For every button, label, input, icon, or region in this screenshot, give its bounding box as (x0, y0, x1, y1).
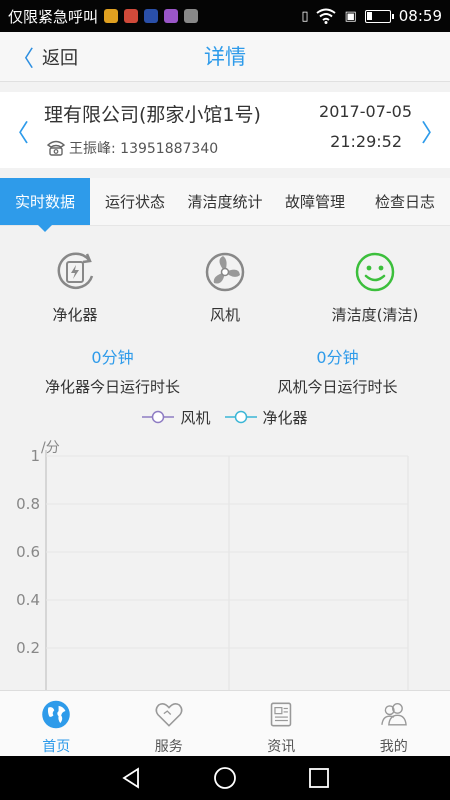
app-notification-icon (184, 9, 199, 23)
device-label: 净化器 (52, 306, 98, 324)
nav-label: 我的 (379, 739, 408, 755)
nav-news[interactable]: 资讯 (225, 691, 338, 756)
users-icon (381, 703, 407, 726)
status-bar: 仅限紧急呼叫 ▯ ▣ 08:59 (0, 0, 450, 32)
nav-label: 服务 (154, 739, 183, 755)
tab-fault-management[interactable]: 故障管理 (270, 178, 360, 225)
status-time: 08:59 (398, 7, 442, 25)
device-label: 风机 (209, 306, 240, 324)
chart-ticks: 1 0.8 0.6 0.4 0.2 (16, 447, 40, 657)
chart-y-tick-label: 0.2 (16, 639, 40, 657)
contact-text: 王振峰: 13951887340 (69, 141, 219, 157)
app-notification-icon (124, 9, 139, 23)
record-date: 2017-07-05 (319, 102, 412, 121)
smiley-icon (355, 252, 395, 292)
carrier-text: 仅限紧急呼叫 (8, 7, 99, 26)
nav-home[interactable]: 首页 (0, 691, 113, 756)
wifi-icon (316, 8, 337, 24)
purifier-runtime: 0分钟 净化器今日运行时长 (0, 344, 225, 397)
phone-icon (46, 140, 66, 156)
runtime-chart: 1 0.8 0.6 0.4 0.2 /分 (0, 434, 450, 690)
legend-item-fan[interactable]: 风机 (142, 407, 211, 428)
chevron-left-icon: 〈 (12, 47, 35, 72)
tab-running-status[interactable]: 运行状态 (90, 178, 180, 225)
back-button[interactable]: 〈 返回 (12, 32, 78, 82)
fan-runtime-label: 风机今日运行时长 (277, 378, 398, 396)
legend-label: 净化器 (262, 408, 308, 427)
fan-runtime-value: 0分钟 (316, 348, 359, 367)
record-time: 21:29:52 (330, 132, 402, 151)
sim-icon: ▣ (344, 8, 357, 24)
device-fan: 风机 (150, 250, 300, 325)
app-notification-icon (144, 9, 159, 23)
app-notification-icon (164, 9, 179, 23)
back-triangle-icon[interactable] (118, 765, 144, 791)
purifier-icon (57, 252, 94, 289)
fan-runtime: 0分钟 风机今日运行时长 (225, 344, 450, 397)
purifier-runtime-value: 0分钟 (91, 348, 134, 367)
nav-mine[interactable]: 我的 (338, 691, 450, 756)
chart-legend: 风机 净化器 (0, 406, 450, 428)
app-notification-icon (104, 9, 119, 23)
chart-y-tick-label: 0.4 (16, 591, 40, 609)
legend-item-purifier[interactable]: 净化器 (224, 407, 308, 428)
back-label: 返回 (42, 48, 79, 69)
device-label: 清洁度(清洁) (331, 306, 419, 324)
next-company-button[interactable]: 〉 (418, 92, 448, 168)
battery-icon (364, 9, 394, 23)
legend-line-symbol (142, 410, 175, 424)
recents-square-icon[interactable] (306, 765, 332, 791)
nav-label: 首页 (42, 739, 71, 755)
device-purifier: 净化器 (0, 250, 150, 325)
nav-service[interactable]: 服务 (113, 691, 226, 756)
contact-info: 王振峰: 13951887340 (46, 138, 218, 158)
fan-icon (205, 252, 245, 292)
company-name: 理有限公司(那家小馆1号) (44, 104, 261, 126)
tab-cleanliness-stats[interactable]: 清洁度统计 (180, 178, 270, 225)
device-cleanliness: 清洁度(清洁) (300, 250, 450, 325)
chart-svg: 1 0.8 0.6 0.4 0.2 /分 (16, 440, 409, 690)
tab-inspection-log[interactable]: 检查日志 (360, 178, 450, 225)
chart-grid (46, 455, 408, 649)
company-card: 〈 理有限公司(那家小馆1号) 王振峰: 13951887340 2017-07… (0, 92, 450, 168)
heart-icon (155, 703, 183, 727)
chevron-left-icon: 〈 (5, 118, 29, 147)
chart-y-tick-label: 0.6 (16, 543, 40, 561)
news-icon (271, 702, 292, 727)
prev-company-button[interactable]: 〈 (2, 92, 32, 168)
legend-line-symbol (224, 410, 257, 424)
chart-y-unit: /分 (41, 440, 60, 456)
device-status-row: 净化器 风机 清洁度(清洁) (0, 250, 450, 330)
chevron-right-icon: 〉 (421, 118, 445, 147)
runtime-stats: 0分钟 净化器今日运行时长 0分钟 风机今日运行时长 (0, 344, 450, 397)
nav-label: 资讯 (267, 739, 296, 755)
purifier-runtime-label: 净化器今日运行时长 (44, 378, 180, 396)
tab-bar: 实时数据 运行状态 清洁度统计 故障管理 检查日志 (0, 178, 450, 232)
system-nav-bar (0, 756, 450, 800)
home-circle-icon[interactable] (212, 765, 238, 791)
chart-y-tick-label: 0.8 (16, 495, 40, 513)
chart-y-tick-label: 1 (30, 447, 40, 465)
bottom-nav: 首页 服务 资讯 我的 (0, 690, 450, 756)
legend-label: 风机 (180, 408, 211, 427)
vibrate-icon: ▯ (301, 8, 309, 24)
globe-icon (42, 700, 71, 729)
header: 〈 返回 详情 (0, 32, 450, 82)
tab-realtime-data[interactable]: 实时数据 (0, 178, 90, 232)
